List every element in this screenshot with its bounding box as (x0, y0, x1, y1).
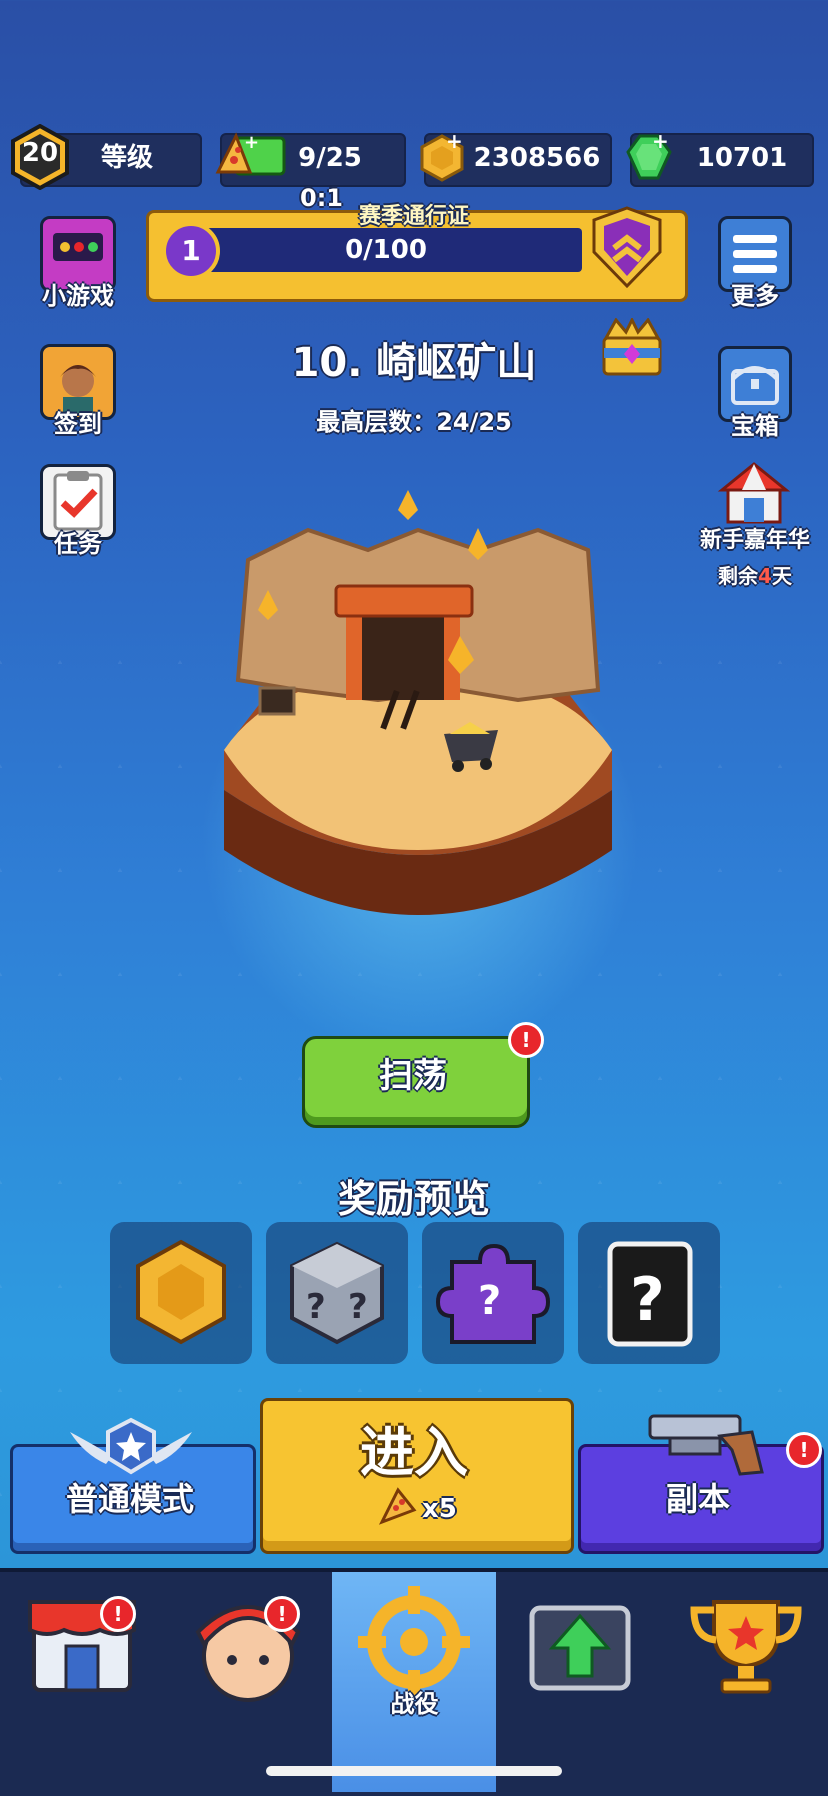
trophy-icon (690, 1600, 802, 1694)
reward-item[interactable]: ? (422, 1222, 564, 1364)
heroes-alert-badge: ! (264, 1596, 300, 1632)
gold-coin-add-icon[interactable]: + (416, 129, 468, 184)
chests-label: 宝箱 (731, 412, 779, 440)
carnival-remaining-suffix: 天 (771, 564, 792, 588)
gold-coin-icon (136, 1239, 226, 1345)
level-label: 等级 (100, 143, 153, 173)
green-gem-add-icon[interactable]: + (622, 129, 674, 184)
minigames-label: 小游戏 (42, 282, 114, 310)
revolver-icon (640, 1408, 770, 1478)
energy-value: 9/25 (298, 143, 362, 173)
svg-text:?: ? (306, 1287, 326, 1327)
tasks-button[interactable]: 任务 (36, 464, 120, 559)
pizza-energy-icon: + (214, 132, 288, 180)
mystery-dice-icon: ?? (290, 1241, 384, 1345)
season-pass-progress-text: 0/100 (345, 235, 427, 265)
svg-text:?: ? (348, 1287, 368, 1327)
stage-title: 10. 崎岖矿山 (291, 340, 537, 386)
reward-item[interactable] (110, 1222, 252, 1364)
nav-campaign-label: 战役 (390, 1690, 439, 1718)
dungeon-alert-badge: ! (786, 1432, 822, 1468)
nav-trophy-tab[interactable] (664, 1572, 828, 1792)
reward-item[interactable]: ? (578, 1222, 720, 1364)
gems-value: 10701 (696, 143, 788, 173)
normal-mode-label: 普通模式 (65, 1480, 194, 1518)
shop-alert-badge: ! (100, 1596, 136, 1632)
carnival-remaining-days: 4 (758, 564, 772, 588)
svg-text:+: + (446, 130, 463, 153)
winged-star-badge-icon (66, 1416, 196, 1478)
minigames-button[interactable]: 小游戏 (36, 216, 120, 311)
reward-item[interactable]: ?? (266, 1222, 408, 1364)
rank-shield-icon (590, 206, 664, 290)
rewards-title: 奖励预览 (337, 1177, 490, 1221)
nav-campaign-tab[interactable]: 战役 (332, 1572, 497, 1792)
mystery-card-icon: ? (607, 1241, 693, 1347)
mine-island-illustration[interactable] (218, 490, 618, 950)
carnival-label: 新手嘉年华 (699, 528, 810, 553)
mystery-puzzle-icon: ? (435, 1243, 551, 1344)
pizza-icon (378, 1486, 418, 1526)
chests-button[interactable]: 宝箱 (714, 346, 796, 441)
sweep-label: 扫荡 (379, 1056, 447, 1096)
upgrade-arrow-icon (529, 1605, 631, 1691)
hero-face-icon (195, 1605, 301, 1702)
nav-heroes-tab[interactable]: ! (166, 1572, 331, 1792)
sweep-alert-badge: ! (508, 1022, 544, 1058)
carnival-remaining-prefix: 剩余 (718, 564, 759, 588)
season-pass-title: 赛季通行证 (358, 204, 469, 229)
shop-icon (28, 1600, 136, 1692)
carnival-tent-icon[interactable] (716, 460, 792, 526)
coins-value: 2308566 (473, 143, 601, 173)
home-indicator (266, 1766, 562, 1776)
enter-label: 进入 (360, 1421, 468, 1484)
svg-text:+: + (244, 132, 259, 153)
level-value: 20 (21, 138, 59, 168)
dungeon-label: 副本 (665, 1480, 730, 1518)
more-label: 更多 (731, 282, 779, 310)
stage-best-value: 24/25 (436, 408, 512, 436)
checkin-label: 签到 (54, 410, 102, 438)
checkin-button[interactable]: 签到 (36, 344, 120, 439)
svg-text:+: + (652, 130, 669, 153)
crosshair-icon (358, 1586, 470, 1698)
tasks-label: 任务 (54, 530, 102, 558)
nav-upgrade-tab[interactable] (498, 1572, 663, 1792)
season-level-value: 1 (181, 234, 201, 267)
nav-shop-tab[interactable]: ! (0, 1572, 165, 1792)
svg-text:?: ? (630, 1265, 665, 1335)
carnival-remaining: 剩余4天 (690, 560, 820, 589)
stage-best-label: 最高层数： (316, 408, 437, 436)
svg-text:?: ? (478, 1278, 501, 1324)
more-button[interactable]: 更多 (714, 216, 796, 311)
stage-best-floor: 最高层数：24/25 (214, 402, 614, 437)
enter-cost: x5 (422, 1494, 457, 1524)
